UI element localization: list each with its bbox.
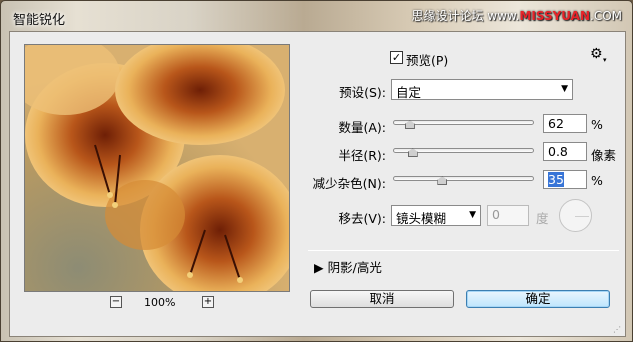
- preview-checkbox[interactable]: ✓: [390, 51, 403, 64]
- dialog-body: − 100% + ✓ 预览(P) ⚙ ▾ 预设(S): 自定 ▼ 数量(A): …: [9, 31, 626, 337]
- preset-select[interactable]: 自定 ▼: [391, 79, 573, 100]
- watermark: 思缘设计论坛 www.MISSYUAN.COM: [411, 7, 622, 24]
- chevron-down-icon: ▼: [469, 210, 476, 220]
- zoom-controls: − 100% +: [24, 294, 290, 314]
- gear-icon[interactable]: ⚙: [590, 46, 603, 62]
- expand-arrow-icon: ▶: [314, 260, 324, 275]
- dialog-title: 智能锐化: [13, 13, 66, 28]
- watermark-suffix: .COM: [590, 9, 622, 23]
- remove-value: 镜头模糊: [396, 211, 447, 226]
- angle-dial: [559, 199, 592, 232]
- radius-label: 半径(R):: [338, 148, 386, 163]
- radius-unit: 像素: [591, 148, 617, 163]
- angle-input: 0: [487, 205, 529, 226]
- preview-checkbox-label[interactable]: 预览(P): [406, 50, 448, 69]
- amount-unit: %: [591, 117, 603, 132]
- amount-label: 数量(A):: [338, 120, 386, 135]
- zoom-out-button[interactable]: −: [110, 296, 122, 308]
- flower-photo: [25, 45, 289, 291]
- ok-button[interactable]: 确定: [466, 290, 610, 308]
- noise-input[interactable]: 35: [543, 170, 587, 189]
- preset-value: 自定: [396, 85, 422, 100]
- shadows-highlights-label: 阴影/高光: [327, 260, 382, 275]
- gear-menu-caret-icon[interactable]: ▾: [603, 56, 607, 64]
- remove-label: 移去(V):: [338, 211, 386, 226]
- remove-select[interactable]: 镜头模糊 ▼: [391, 205, 481, 226]
- title-bar[interactable]: 智能锐化 思缘设计论坛 www.MISSYUAN.COM: [1, 1, 633, 31]
- noise-slider-track[interactable]: [393, 176, 534, 181]
- preview-image[interactable]: [24, 44, 290, 292]
- noise-value: 35: [548, 172, 564, 187]
- cancel-button[interactable]: 取消: [310, 290, 454, 308]
- zoom-in-button[interactable]: +: [202, 296, 214, 308]
- shadows-highlights-toggle[interactable]: ▶ 阴影/高光: [314, 257, 382, 276]
- angle-unit: 度: [536, 211, 549, 226]
- watermark-prefix: 思缘设计论坛 www.: [411, 9, 520, 23]
- radius-input[interactable]: 0.8: [543, 142, 587, 161]
- preset-label: 预设(S):: [339, 85, 386, 100]
- watermark-brand: MISSYUAN: [519, 9, 590, 23]
- zoom-level: 100%: [144, 296, 176, 309]
- chevron-down-icon: ▼: [561, 84, 568, 94]
- divider: [308, 250, 619, 251]
- reduce-noise-label: 减少杂色(N):: [312, 176, 386, 191]
- dialog-window: 智能锐化 思缘设计论坛 www.MISSYUAN.COM − 100% + ✓ …: [0, 0, 633, 342]
- noise-unit: %: [591, 173, 603, 188]
- amount-input[interactable]: 62: [543, 114, 587, 133]
- resize-grip-icon[interactable]: ⋰: [613, 325, 621, 334]
